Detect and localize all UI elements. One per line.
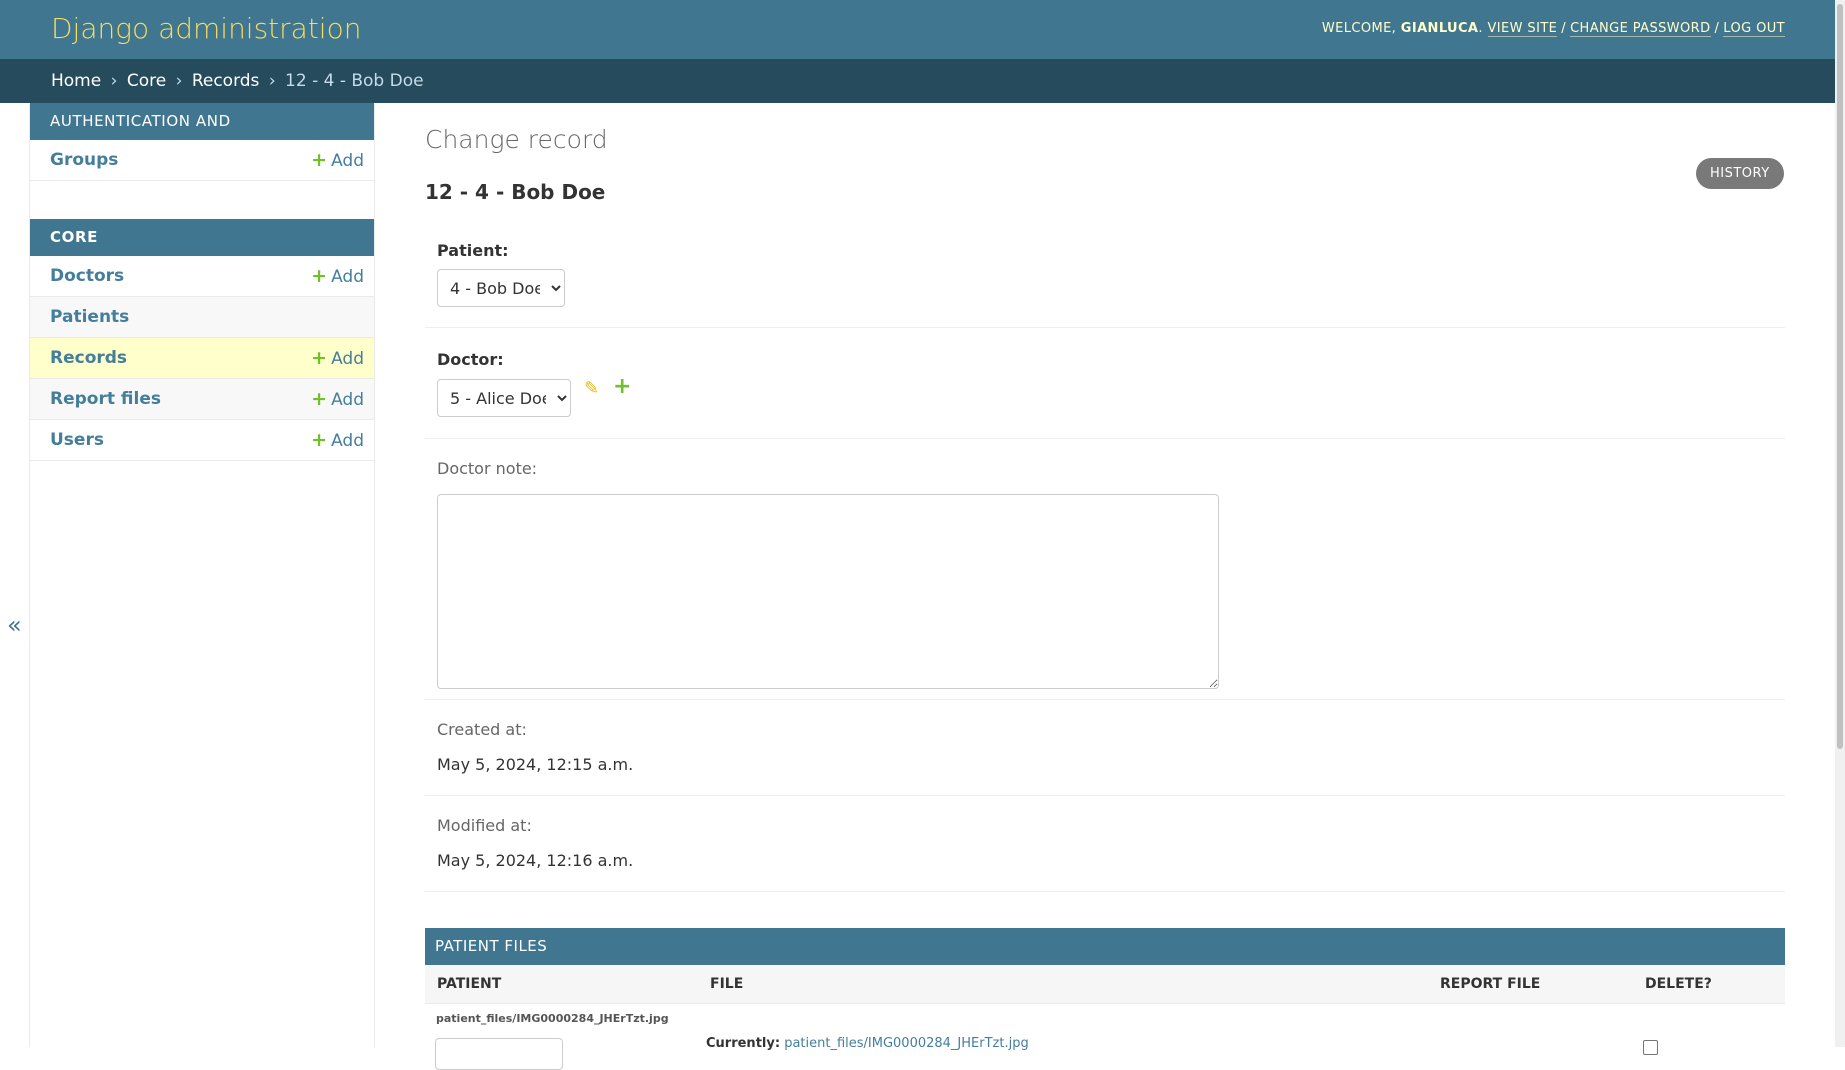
- sidebar-item-label[interactable]: Records: [50, 348, 127, 368]
- currently-file-link[interactable]: patient_files/IMG0000284_JHErTzt.jpg: [784, 1036, 1029, 1051]
- sidebar-item-patients: Patients: [30, 297, 374, 338]
- table-row: patient_files/IMG0000284_JHErTzt.jpg Cur…: [425, 1004, 1785, 1070]
- sidebar-item-label[interactable]: Groups: [50, 150, 118, 170]
- inline-row-original: patient_files/IMG0000284_JHErTzt.jpg: [436, 1012, 669, 1025]
- site-branding[interactable]: Django administration: [51, 12, 361, 45]
- doctor-note-textarea[interactable]: [437, 494, 1219, 689]
- sidebar-item-doctors: Doctors + Add: [30, 256, 374, 297]
- patient-row: Patient: 4 - Bob Doe: [425, 225, 1785, 328]
- change-doctor-pencil-icon[interactable]: ✎: [584, 378, 599, 399]
- created-at-row: Created at: May 5, 2024, 12:15 a.m.: [425, 700, 1785, 796]
- scrollbar-thumb[interactable]: [1837, 4, 1843, 749]
- add-doctor-plus-icon[interactable]: +: [613, 374, 631, 399]
- view-site-link[interactable]: View site: [1487, 21, 1558, 37]
- welcome-text: Welcome,: [1321, 21, 1397, 36]
- sidebar-item-label[interactable]: Report files: [50, 389, 161, 409]
- sidebar-item-groups: Groups + Add: [30, 140, 374, 181]
- module-caption-auth[interactable]: Authentication and Authorization: [30, 103, 374, 167]
- breadcrumb: Home › Core › Records › 12 - 4 - Bob Doe: [0, 59, 1835, 103]
- modified-at-row: Modified at: May 5, 2024, 12:16 a.m.: [425, 796, 1785, 892]
- created-at-value: May 5, 2024, 12:15 a.m.: [437, 755, 634, 774]
- object-title: 12 - 4 - Bob Doe: [425, 180, 606, 204]
- breadcrumb-core[interactable]: Core: [127, 71, 166, 91]
- column-header-delete: Delete?: [1645, 976, 1712, 992]
- add-groups-button[interactable]: + Add: [311, 140, 364, 181]
- created-at-label: Created at:: [437, 720, 527, 739]
- sidebar-item-label[interactable]: Doctors: [50, 266, 124, 286]
- log-out-link[interactable]: Log out: [1723, 21, 1785, 37]
- collapse-icon: «: [7, 611, 22, 639]
- column-header-file: File: [710, 976, 744, 992]
- nav-sidebar: Authentication and Authorization Groups …: [30, 103, 375, 1047]
- doctor-label: Doctor:: [437, 350, 504, 369]
- sidebar-toggle-button[interactable]: «: [0, 103, 30, 1047]
- sidebar-item-users: Users + Add: [30, 420, 374, 461]
- add-report-files-button[interactable]: + Add: [311, 379, 364, 420]
- doctor-note-label: Doctor note:: [437, 459, 538, 478]
- doctor-row: Doctor: 5 - Alice Doe ✎ +: [425, 328, 1785, 439]
- add-icon: +: [311, 388, 328, 410]
- add-users-button[interactable]: + Add: [311, 420, 364, 461]
- add-icon: +: [311, 149, 328, 171]
- doctor-note-row: Doctor note:: [425, 439, 1785, 700]
- change-password-link[interactable]: Change password: [1570, 21, 1711, 37]
- history-button[interactable]: History: [1696, 158, 1784, 189]
- column-header-report-file: Report file: [1440, 976, 1541, 992]
- username: Gianluca: [1400, 21, 1479, 36]
- add-doctors-button[interactable]: + Add: [311, 256, 364, 297]
- add-icon: +: [311, 265, 328, 287]
- header: Django administration Welcome, Gianluca.…: [0, 0, 1835, 59]
- breadcrumb-records[interactable]: Records: [192, 71, 260, 91]
- breadcrumb-current: 12 - 4 - Bob Doe: [285, 71, 424, 91]
- inline-patient-select[interactable]: [435, 1038, 563, 1070]
- add-records-button[interactable]: + Add: [311, 338, 364, 379]
- modified-at-value: May 5, 2024, 12:16 a.m.: [437, 851, 634, 870]
- delete-checkbox[interactable]: [1643, 1040, 1658, 1055]
- inline-caption: Patient files: [425, 928, 1785, 965]
- module-caption-core[interactable]: Core: [30, 219, 374, 256]
- modified-at-label: Modified at:: [437, 816, 532, 835]
- sidebar-item-records: Records + Add: [30, 338, 374, 379]
- user-tools: Welcome, Gianluca. View site / Change pass…: [1321, 21, 1785, 37]
- patient-label: Patient:: [437, 241, 509, 260]
- patient-select[interactable]: 4 - Bob Doe: [437, 269, 565, 307]
- inline-table-header: Patient File Report file Delete?: [425, 965, 1785, 1004]
- sidebar-item-label[interactable]: Patients: [50, 307, 129, 327]
- page-scrollbar[interactable]: [1835, 0, 1845, 1047]
- sidebar-item-label[interactable]: Users: [50, 430, 104, 450]
- patient-files-inline: Patient files Patient File Report file D…: [425, 928, 1785, 1070]
- breadcrumb-home[interactable]: Home: [51, 71, 101, 91]
- add-icon: +: [311, 347, 328, 369]
- currently-file: Currently: patient_files/IMG0000284_JHEr…: [706, 1036, 1029, 1051]
- column-header-patient: Patient: [437, 976, 502, 992]
- doctor-select[interactable]: 5 - Alice Doe: [437, 379, 571, 417]
- sidebar-item-report-files: Report files + Add: [30, 379, 374, 420]
- page-title: Change record: [425, 125, 608, 154]
- add-icon: +: [311, 429, 328, 451]
